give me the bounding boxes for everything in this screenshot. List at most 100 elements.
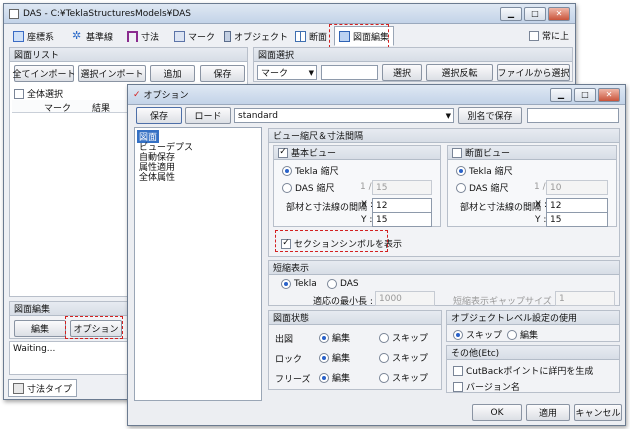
section-scale-prefix: 1 / [534,182,546,192]
cutback-checkbox[interactable]: CutBackポイントに詳円を生成 [453,364,593,377]
import-all-button[interactable]: 全てインポート [13,65,76,82]
preset-dropdown[interactable]: standard ▼ [234,108,454,123]
options-tree: 図面 ビューデプス 自動保存 属性適用 全体属性 [134,127,262,401]
frozen-edit-dot [319,372,329,383]
locked-skip-radio[interactable]: スキップ [379,351,428,364]
save-as-name-input[interactable] [527,108,619,123]
filter-dropdown[interactable]: マーク ▼ [257,65,317,80]
tree-item-global-attribute[interactable]: 全体属性 [137,170,177,183]
gap-size-label: 短縮表示ギャップサイズ : [453,297,558,307]
object-level-header: オブジェクトレベル設定の使用 [447,311,619,325]
add-button[interactable]: 追加 [150,65,195,82]
options-minimize-button[interactable]: ▁ [550,87,572,102]
section-spacing-label: 部材と寸法線の間隔 [460,203,542,213]
close-button[interactable]: ✕ [548,6,570,21]
tab-coordinate-system[interactable]: 座標系 [8,26,59,46]
shortening-das-dot [327,279,337,289]
ok-button[interactable]: OK [472,404,522,421]
version-name-checkbox[interactable]: バージョン名 [453,380,520,393]
section-view-checkbox[interactable] [452,147,462,158]
column-result[interactable]: 結果 [92,101,110,114]
basic-spacing-label: 部材と寸法線の間隔 [286,203,368,213]
dimension-type-icon [13,382,24,394]
column-mark[interactable]: マーク [44,101,71,114]
options-title: オプション [143,91,189,101]
basic-scale-input[interactable]: 15 [372,180,432,195]
tab-section[interactable]: 断面 [290,26,332,46]
status-row-issued-label: 出図 [275,335,294,345]
maximize-button[interactable]: □ [524,6,546,21]
options-save-button[interactable]: 保存 [136,107,182,124]
main-titlebar: DAS - C:¥TeklaStructuresModels¥DAS ▁ □ ✕ [4,4,575,24]
object-level-edit-radio[interactable]: 編集 [507,328,538,341]
frozen-edit-radio[interactable]: 編集 [319,371,350,384]
shortening-tekla-radio[interactable]: Tekla [281,279,317,289]
section-tekla-scale-radio[interactable]: Tekla 縮尺 [456,164,513,177]
issued-skip-dot [379,332,389,343]
min-length-input[interactable]: 1000 [375,291,435,306]
section-view-header[interactable]: 断面ビュー [448,146,616,160]
select-button[interactable]: 選択 [382,64,422,81]
chevron-down-icon: ▼ [308,68,314,77]
basic-y-input[interactable]: 15 [372,212,432,227]
shortening-section: 短縮表示 Tekla DAS 適応の最小長 : 1000 短縮表示ギャップサイズ… [268,260,620,307]
issued-edit-radio[interactable]: 編集 [319,331,350,344]
always-on-top-checkbox[interactable]: 常に上 [529,29,569,42]
drawing-status-section: 図面状態 出図 編集 スキップ ロック 編集 スキップ フリーズ 編集 スキップ [268,310,442,390]
locked-skip-dot [379,352,389,363]
gap-size-input[interactable]: 1 [555,291,615,306]
select-all-checkbox[interactable]: 全体選択 [14,87,63,100]
select-from-file-button[interactable]: ファイルから選択 [497,64,570,81]
basic-view-checkbox[interactable]: ✓ [278,147,288,158]
apply-button[interactable]: 適用 [526,404,570,421]
bottom-tab-dimension-type[interactable]: 寸法タイプ [8,379,78,397]
issued-skip-radio[interactable]: スキップ [379,331,428,344]
section-scale-input[interactable]: 10 [546,180,608,195]
section-tekla-scale-dot [456,165,466,176]
always-on-top-box [529,30,539,41]
import-selected-button[interactable]: 選択インポート [78,65,146,82]
main-window-title: DAS - C:¥TeklaStructuresModels¥DAS [23,8,192,19]
basic-tekla-scale-radio[interactable]: Tekla 縮尺 [282,164,339,177]
tab-dimension[interactable]: 寸法 [122,26,164,46]
status-row-locked-label: ロック [275,355,303,365]
locked-edit-dot [319,352,329,363]
filter-input[interactable] [321,65,378,80]
status-row-frozen-label: フリーズ [275,375,311,385]
section-das-scale-radio[interactable]: DAS 縮尺 [456,181,509,194]
section-y-input[interactable]: 15 [546,212,608,227]
object-level-skip-radio[interactable]: スキップ [453,328,502,341]
tab-gridline[interactable]: ✲ 基準線 [67,26,118,46]
object-icon [224,30,231,42]
shortening-das-radio[interactable]: DAS [327,279,359,289]
version-name-box [453,381,463,392]
basic-das-scale-radio[interactable]: DAS 縮尺 [282,181,335,194]
tab-object[interactable]: オブジェクト [219,26,293,46]
options-dialog: ✓ オプション ▁ □ ✕ 保存 ロード standard ▼ 別名で保存 図面 … [127,84,626,426]
frozen-skip-radio[interactable]: スキップ [379,371,428,384]
section-x-input[interactable]: 12 [546,198,608,213]
section-das-scale-dot [456,182,466,193]
frozen-skip-dot [379,372,389,383]
save-list-button[interactable]: 保存 [200,65,245,82]
options-load-button[interactable]: ロード [185,107,231,124]
coordinate-icon [13,30,24,42]
edit-button[interactable]: 編集 [14,320,66,337]
status-area: Waiting... [9,341,129,375]
minimize-button[interactable]: ▁ [500,6,522,21]
options-maximize-button[interactable]: □ [574,87,596,102]
select-all-box [14,88,24,99]
cutback-box [453,365,463,376]
basic-x-input[interactable]: 12 [372,198,432,213]
options-close-button[interactable]: ✕ [598,87,620,102]
invert-select-button[interactable]: 選択反転 [426,64,493,81]
drawing-list-header: 図面リスト [10,48,247,62]
object-level-section: オブジェクトレベル設定の使用 スキップ 編集 [446,310,620,342]
locked-edit-radio[interactable]: 編集 [319,351,350,364]
tab-mark[interactable]: マーク [169,26,220,46]
section-view-group: 断面ビュー Tekla 縮尺 DAS 縮尺 1 / 10 部材と寸法線の間隔 X… [447,145,617,227]
save-as-button[interactable]: 別名で保存 [458,107,522,124]
cancel-button[interactable]: キャンセル [574,404,622,421]
basic-view-header[interactable]: ✓ 基本ビュー [274,146,440,160]
options-app-icon: ✓ [133,89,141,100]
